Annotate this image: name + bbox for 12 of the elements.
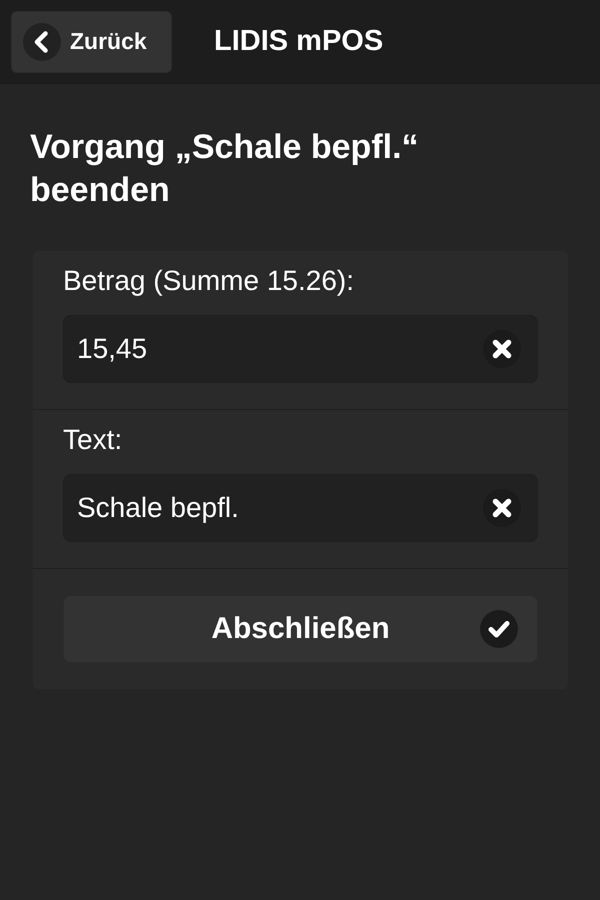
check-icon [480,610,518,648]
close-icon[interactable] [483,330,521,368]
close-icon[interactable] [483,489,521,527]
input-field[interactable]: 15,45 [63,315,538,383]
submit-button[interactable]: Abschließen [63,595,538,663]
app-title: LIDIS mPOS [214,25,384,58]
chevron-left-icon [23,22,61,60]
field-label: Betrag (Summe 15.26): [63,264,354,298]
back-button[interactable]: Zurück [11,10,172,72]
input-field[interactable]: Schale bepfl. [63,474,538,542]
field-label: Text: [63,423,122,457]
page-heading: Vorgang „Schale bepfl.“ beenden [30,127,420,211]
